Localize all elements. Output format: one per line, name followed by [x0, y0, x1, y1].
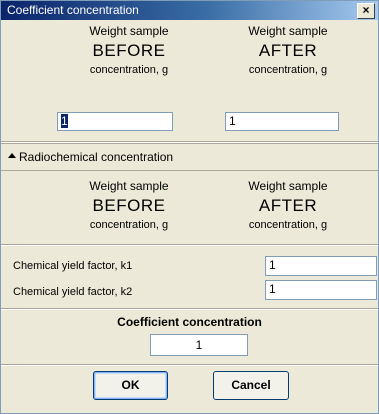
- after-column: Weight sample AFTER concentration, g: [223, 23, 353, 78]
- before-concentration-label: concentration, g: [89, 64, 169, 76]
- k1-input[interactable]: 1: [265, 256, 377, 276]
- radiochemical-after-column: Weight sample AFTER concentration, g: [221, 178, 355, 233]
- collapse-caret-icon: [8, 153, 16, 158]
- radiochemical-panel-toggle[interactable]: Radiochemical concentration: [1, 143, 378, 171]
- after-concentration-value: 1: [229, 114, 236, 128]
- after-concentration-input[interactable]: 1: [225, 112, 339, 131]
- k2-input[interactable]: 1: [265, 280, 377, 300]
- before-concentration-input[interactable]: 1: [57, 112, 173, 131]
- close-button[interactable]: ×: [357, 3, 375, 19]
- buttons-divider: [1, 364, 378, 366]
- coefficient-title: Coefficient concentration: [117, 315, 262, 329]
- after-heading: AFTER: [258, 41, 318, 60]
- before-heading: BEFORE: [92, 41, 166, 60]
- cancel-button-label: Cancel: [231, 378, 271, 392]
- radiochemical-panel-label: Radiochemical concentration: [19, 150, 174, 164]
- radiochemical-before-column: Weight sample BEFORE concentration, g: [57, 178, 201, 233]
- coefficient-concentration-dialog: Coefficient concentration × Weight sampl…: [0, 0, 379, 414]
- k2-label: Chemical yield factor, k2: [13, 286, 133, 298]
- coefficient-value: 1: [195, 338, 203, 352]
- radiochemical-before-concentration-label: concentration, g: [89, 219, 169, 231]
- coefficient-divider: [1, 308, 378, 310]
- before-weight-sample-label: Weight sample: [89, 24, 169, 38]
- ok-button[interactable]: OK: [93, 371, 168, 400]
- after-weight-sample-label: Weight sample: [248, 24, 328, 38]
- radiochemical-before-weight-label: Weight sample: [89, 179, 169, 193]
- coefficient-result-field: 1: [150, 334, 248, 356]
- cancel-button[interactable]: Cancel: [213, 371, 289, 400]
- radiochemical-after-concentration-label: concentration, g: [248, 219, 328, 231]
- ok-button-label: OK: [121, 378, 140, 392]
- after-concentration-label: concentration, g: [248, 64, 328, 76]
- radiochemical-before-heading: BEFORE: [92, 196, 166, 215]
- close-icon: ×: [362, 3, 370, 17]
- before-concentration-value: 1: [61, 114, 68, 128]
- before-column: Weight sample BEFORE concentration, g: [57, 23, 201, 78]
- radiochemical-after-weight-label: Weight sample: [248, 179, 328, 193]
- weight-sample-section: Weight sample BEFORE concentration, g We…: [1, 20, 378, 143]
- k1-label: Chemical yield factor, k1: [13, 260, 133, 272]
- k1-value: 1: [269, 258, 276, 272]
- radiochemical-divider: [1, 244, 378, 246]
- radiochemical-after-heading: AFTER: [258, 196, 318, 215]
- title-bar[interactable]: Coefficient concentration ×: [1, 1, 378, 20]
- window-title: Coefficient concentration: [7, 3, 139, 17]
- k2-value: 1: [269, 282, 276, 296]
